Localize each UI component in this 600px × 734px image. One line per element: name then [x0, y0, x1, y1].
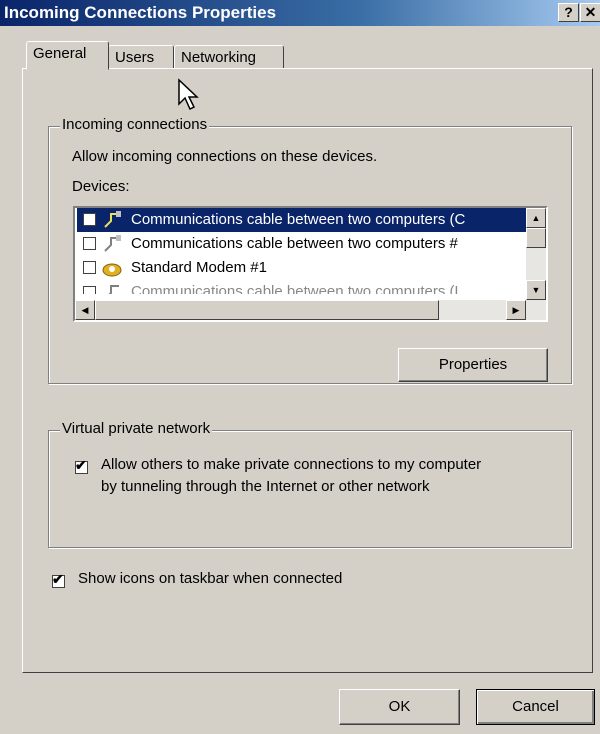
properties-button[interactable]: Properties: [398, 348, 548, 382]
tab-users-label: Users: [115, 49, 155, 66]
arrow-up-icon: ▲: [531, 213, 541, 223]
horizontal-scroll-thumb[interactable]: [95, 300, 439, 320]
ok-button[interactable]: OK: [339, 689, 460, 725]
incoming-connections-legend: Incoming connections: [60, 116, 210, 133]
vpn-legend: Virtual private network: [60, 420, 213, 437]
tab-general[interactable]: General: [26, 41, 109, 70]
list-item[interactable]: Communications cable between two compute…: [77, 232, 527, 256]
checkmark-icon: ✔: [75, 457, 87, 473]
list-item[interactable]: Communications cable between two compute…: [77, 208, 527, 232]
arrow-down-icon: ▼: [531, 285, 541, 295]
scroll-left-button[interactable]: ◀: [75, 300, 95, 320]
checkmark-icon: ✔: [52, 571, 64, 587]
arrow-right-icon: ▶: [512, 305, 520, 315]
device-checkbox[interactable]: [83, 286, 96, 294]
devices-label: Devices:: [72, 178, 130, 195]
scroll-up-button[interactable]: ▲: [526, 208, 546, 228]
show-icons-checkbox[interactable]: ✔: [52, 571, 65, 588]
cable-icon: [101, 281, 125, 294]
list-item[interactable]: Standard Modem #1: [77, 256, 527, 280]
incoming-description: Allow incoming connections on these devi…: [72, 148, 378, 165]
scroll-right-button[interactable]: ▶: [506, 300, 526, 320]
arrow-left-icon: ◀: [81, 305, 89, 315]
cable-icon: [101, 233, 125, 255]
device-label: Communications cable between two compute…: [131, 283, 463, 294]
mouse-cursor-icon: [178, 78, 199, 111]
vertical-scroll-thumb[interactable]: [526, 228, 546, 248]
scroll-down-button[interactable]: ▼: [526, 280, 546, 300]
device-label: Communications cable between two compute…: [131, 235, 458, 252]
show-icons-label: Show icons on taskbar when connected: [78, 570, 343, 587]
cable-icon: [101, 209, 125, 231]
window-title: Incoming Connections Properties: [4, 3, 277, 22]
title-bar: Incoming Connections Properties ? ✕: [0, 0, 600, 26]
modem-icon: [101, 257, 125, 279]
help-button[interactable]: ?: [558, 3, 579, 22]
close-button[interactable]: ✕: [580, 3, 600, 22]
device-checkbox[interactable]: [83, 237, 96, 250]
cancel-button[interactable]: Cancel: [476, 689, 595, 725]
devices-horizontal-scrollbar[interactable]: ◀ ▶: [75, 300, 546, 320]
tab-networking[interactable]: Networking: [174, 45, 284, 69]
close-icon: ✕: [584, 4, 597, 20]
device-label: Standard Modem #1: [131, 259, 267, 276]
devices-list[interactable]: Communications cable between two compute…: [73, 206, 548, 322]
tab-networking-label: Networking: [181, 49, 257, 66]
vpn-allow-label-line1: Allow others to make private connections…: [101, 456, 482, 473]
device-checkbox[interactable]: [83, 213, 96, 226]
tab-general-label: General: [33, 45, 87, 62]
devices-vertical-scrollbar[interactable]: ▲ ▼: [526, 208, 546, 300]
vpn-allow-checkbox[interactable]: ✔: [75, 457, 88, 474]
device-checkbox[interactable]: [83, 261, 96, 274]
list-item[interactable]: Communications cable between two compute…: [77, 280, 527, 294]
tab-users[interactable]: Users: [108, 45, 174, 69]
vpn-allow-label-line2: by tunneling through the Internet or oth…: [101, 478, 430, 495]
device-label: Communications cable between two compute…: [131, 211, 466, 228]
